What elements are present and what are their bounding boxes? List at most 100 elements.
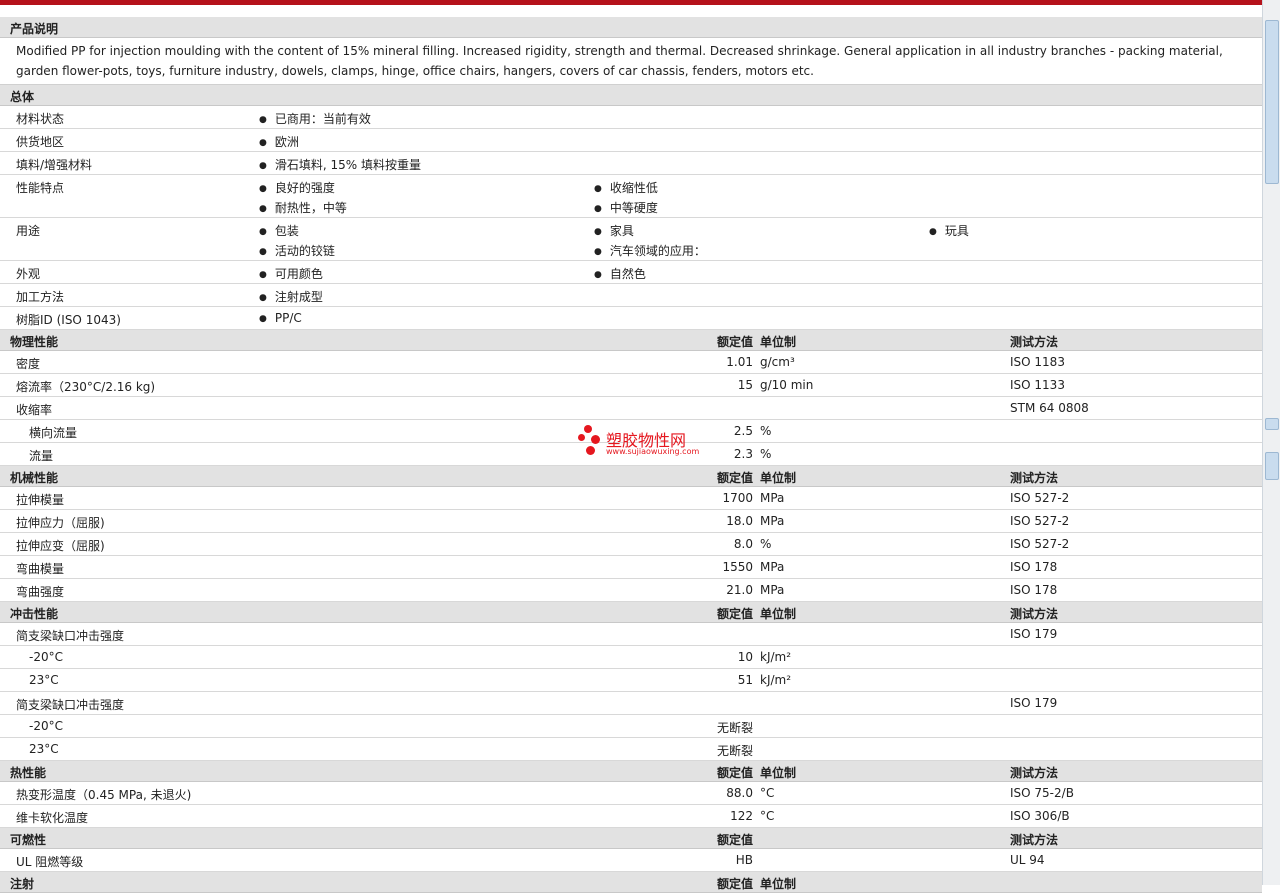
property-unit: MPa — [760, 583, 785, 597]
section-title: 机械性能 — [10, 471, 59, 485]
property-label: 热变形温度（0.45 MPa, 未退火) — [16, 788, 192, 802]
property-label: 弯曲模量 — [16, 562, 65, 576]
property-unit: MPa — [760, 560, 785, 574]
property-label: -20°C — [29, 650, 63, 664]
bullet-item: 自然色 — [594, 265, 646, 282]
property-unit: °C — [760, 809, 775, 823]
general-row-processing: 加工方法 注射成型 — [0, 284, 1262, 307]
property-row: 热变形温度（0.45 MPa, 未退火) 88.0 °C ISO 75-2/B — [0, 782, 1262, 805]
property-row: UL 阻燃等级 HB UL 94 — [0, 849, 1262, 872]
property-value: 51 — [737, 673, 753, 687]
header-nominal: 额定值 — [716, 833, 753, 847]
property-unit: kJ/m² — [760, 673, 792, 687]
header-method: 测试方法 — [1010, 833, 1059, 847]
property-unit: °C — [760, 786, 775, 800]
property-label: 简支梁缺口冲击强度 — [16, 629, 125, 643]
property-label: 拉伸模量 — [16, 493, 65, 507]
property-unit: % — [760, 537, 772, 551]
property-value: 2.3 — [733, 447, 753, 461]
property-row: 23°C 无断裂 — [0, 738, 1262, 761]
section-title: 冲击性能 — [10, 607, 59, 621]
row-label: 填料/增强材料 — [16, 158, 93, 172]
property-value: 1700 — [722, 491, 753, 505]
property-value: 18.0 — [726, 514, 753, 528]
property-row: 弯曲模量 1550 MPa ISO 178 — [0, 556, 1262, 579]
general-row-filler: 填料/增强材料 滑石填料, 15% 填料按重量 — [0, 152, 1262, 175]
header-method: 测试方法 — [1010, 607, 1059, 621]
bullet-item: PP/C — [259, 311, 302, 325]
property-value: 2.5 — [733, 424, 753, 438]
section-injection: 注射 额定值 单位制 — [0, 872, 1262, 893]
property-unit: MPa — [760, 514, 785, 528]
property-row: 拉伸应变（屈服) 8.0 % ISO 527-2 — [0, 533, 1262, 556]
section-title: 热性能 — [10, 766, 47, 780]
property-label: 23°C — [29, 742, 59, 756]
watermark-url: www.sujiaowuxing.com — [606, 447, 700, 456]
scrollbar-marker — [1265, 452, 1279, 480]
property-method: ISO 1133 — [1010, 378, 1065, 392]
property-label: 简支梁缺口冲击强度 — [16, 698, 125, 712]
property-method: ISO 527-2 — [1010, 537, 1070, 551]
header-unit: 单位制 — [760, 471, 797, 485]
top-accent-bar — [0, 0, 1262, 5]
property-value: 88.0 — [726, 786, 753, 800]
property-unit: g/cm³ — [760, 355, 795, 369]
property-method: ISO 527-2 — [1010, 491, 1070, 505]
property-label: 拉伸应变（屈服) — [16, 539, 105, 553]
property-label: 拉伸应力（屈服) — [16, 516, 105, 530]
product-description-text: Modified PP for injection moulding with … — [0, 38, 1262, 85]
property-label: 收缩率 — [16, 403, 53, 417]
section-title: 总体 — [10, 90, 35, 104]
section-title: 注射 — [10, 877, 35, 891]
vertical-scrollbar[interactable] — [1262, 0, 1280, 885]
property-value: 1550 — [722, 560, 753, 574]
property-value: 10 — [737, 650, 753, 664]
property-method: ISO 179 — [1010, 627, 1058, 641]
header-method: 测试方法 — [1010, 766, 1059, 780]
header-method: 测试方法 — [1010, 471, 1059, 485]
header-nominal: 额定值 — [716, 335, 753, 349]
bullet-item: 收缩性低 — [594, 179, 658, 196]
property-row: 弯曲强度 21.0 MPa ISO 178 — [0, 579, 1262, 602]
header-nominal: 额定值 — [716, 471, 753, 485]
property-value: 无断裂 — [716, 744, 753, 758]
bullet-item: 良好的强度 — [259, 179, 335, 196]
scrollbar-thumb[interactable] — [1265, 20, 1279, 184]
section-thermal: 热性能 额定值 单位制 测试方法 — [0, 761, 1262, 782]
property-row: -20°C 10 kJ/m² — [0, 646, 1262, 669]
property-value: 21.0 — [726, 583, 753, 597]
property-row: 密度 1.01 g/cm³ ISO 1183 — [0, 351, 1262, 374]
property-unit: g/10 min — [760, 378, 814, 392]
general-row-features: 性能特点 良好的强度 收缩性低 耐热性，中等 中等硬度 — [0, 175, 1262, 218]
property-method: ISO 178 — [1010, 560, 1058, 574]
property-row: 维卡软化温度 122 °C ISO 306/B — [0, 805, 1262, 828]
logo-dots-icon — [578, 425, 604, 459]
row-label: 树脂ID (ISO 1043) — [16, 313, 121, 327]
property-method: STM 64 0808 — [1010, 401, 1089, 415]
header-nominal: 额定值 — [716, 766, 753, 780]
property-value: 122 — [730, 809, 753, 823]
section-impact: 冲击性能 额定值 单位制 测试方法 — [0, 602, 1262, 623]
header-nominal: 额定值 — [716, 607, 753, 621]
row-label: 加工方法 — [16, 290, 65, 304]
property-method: ISO 179 — [1010, 696, 1058, 710]
property-method: ISO 306/B — [1010, 809, 1070, 823]
row-label: 材料状态 — [16, 112, 65, 126]
section-flammability: 可燃性 额定值 测试方法 — [0, 828, 1262, 849]
property-label: 流量 — [29, 449, 54, 463]
property-row: 23°C 51 kJ/m² — [0, 669, 1262, 692]
general-row-resin-id: 树脂ID (ISO 1043) PP/C — [0, 307, 1262, 330]
property-unit: kJ/m² — [760, 650, 792, 664]
bullet-item: 欧洲 — [259, 133, 299, 150]
header-unit: 单位制 — [760, 607, 797, 621]
property-value: HB — [735, 853, 753, 867]
bullet-item: 玩具 — [929, 222, 969, 239]
property-method: ISO 527-2 — [1010, 514, 1070, 528]
property-unit: % — [760, 424, 772, 438]
row-label: 供货地区 — [16, 135, 65, 149]
bullet-item: 滑石填料, 15% 填料按重量 — [259, 156, 421, 173]
property-row: -20°C 无断裂 — [0, 715, 1262, 738]
property-unit: MPa — [760, 491, 785, 505]
bullet-item: 家具 — [594, 222, 634, 239]
section-title: 产品说明 — [10, 22, 59, 36]
